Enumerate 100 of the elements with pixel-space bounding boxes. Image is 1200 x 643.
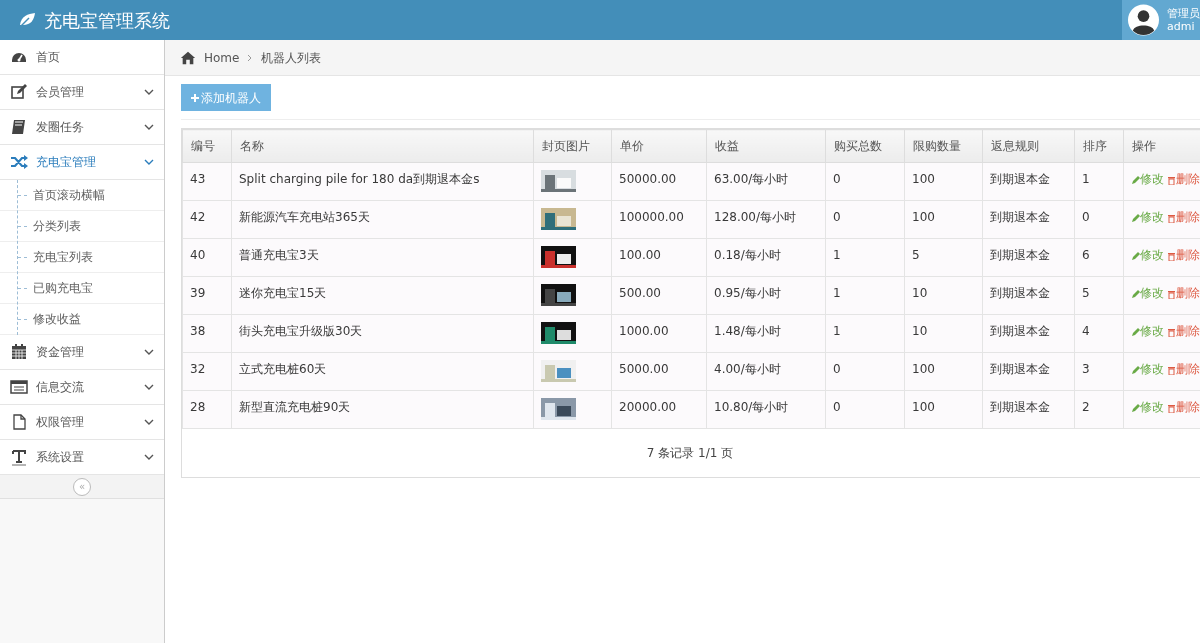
delete-link[interactable]: 删除 — [1167, 362, 1200, 376]
collapse-button[interactable]: « — [73, 477, 91, 496]
table-cell: 0.18/每小时 — [706, 238, 826, 277]
table-cell: 500.00 — [611, 276, 707, 315]
add-robot-button[interactable]: 添加机器人 — [181, 84, 271, 111]
home-icon — [180, 49, 196, 66]
table-cell: 0 — [825, 390, 905, 429]
delete-link[interactable]: 删除 — [1167, 248, 1200, 262]
submenu-item[interactable]: 已购充电宝 — [0, 273, 164, 304]
table-cell: 100 — [904, 200, 983, 239]
table-cell: 38 — [182, 314, 232, 353]
edit-link[interactable]: 修改 — [1131, 362, 1164, 376]
pagination-info: 7 条记录 1/1 页 — [646, 445, 734, 462]
edit-link[interactable]: 修改 — [1131, 248, 1164, 262]
table-cell: 0 — [825, 352, 905, 391]
chevron-down-icon — [144, 159, 154, 165]
sidebar-item[interactable]: 系统设置 — [0, 440, 164, 475]
table-cell: 迷你充电宝15天 — [231, 276, 534, 315]
table-cell: 42 — [182, 200, 232, 239]
column-header: 编号 — [182, 129, 232, 163]
table-cell: 100 — [904, 352, 983, 391]
table-cell: 32 — [182, 352, 232, 391]
sidebar-item[interactable]: 发圈任务 — [0, 110, 164, 145]
pencil-icon — [1131, 212, 1140, 223]
trash-icon — [1167, 326, 1176, 337]
table-cell: 新能源汽车充电站365天 — [231, 200, 534, 239]
delete-link[interactable]: 删除 — [1167, 400, 1200, 414]
calendar-icon — [10, 343, 28, 361]
chevron-down-icon — [144, 384, 154, 390]
trash-icon — [1167, 174, 1176, 185]
table-cell: 普通充电宝3天 — [231, 238, 534, 277]
table-cell: Split charging pile for 180 da到期退本金s — [231, 162, 534, 201]
sidebar-item[interactable]: 充电宝管理 — [0, 145, 164, 180]
column-header: 收益 — [706, 129, 826, 163]
table-cell: 4.00/每小时 — [706, 352, 826, 391]
sidebar-item[interactable]: 首页 — [0, 40, 164, 75]
column-header: 名称 — [231, 129, 534, 163]
submenu-item[interactable]: 首页滚动横幅 — [0, 180, 164, 211]
breadcrumb-link[interactable]: 机器人列表 — [261, 48, 322, 67]
user-name: admi — [1167, 20, 1196, 33]
chevron-down-icon — [144, 419, 154, 425]
user-menu[interactable]: 管理员 admi — [1122, 0, 1200, 40]
breadcrumb-link[interactable]: Home — [204, 48, 240, 67]
table-cell: 到期退本金 — [982, 162, 1075, 201]
table-cell: 到期退本金 — [982, 314, 1075, 353]
sidebar-item[interactable]: 会员管理 — [0, 75, 164, 110]
edit-link[interactable]: 修改 — [1131, 172, 1164, 186]
chevron-down-icon — [144, 89, 154, 95]
submenu-item[interactable]: 修改收益 — [0, 304, 164, 335]
table-cell: 10.80/每小时 — [706, 390, 826, 429]
table-cell: 到期退本金 — [982, 200, 1075, 239]
column-header: 封页图片 — [533, 129, 612, 163]
table-cell: 0 — [1074, 200, 1124, 239]
table-cell: 1 — [1074, 162, 1124, 201]
table-cell: 100.00 — [611, 238, 707, 277]
delete-link[interactable]: 删除 — [1167, 324, 1200, 338]
table-cell: 10 — [904, 314, 983, 353]
table-cell: 43 — [182, 162, 232, 201]
table-cell: 63.00/每小时 — [706, 162, 826, 201]
sidebar-item[interactable]: 权限管理 — [0, 405, 164, 440]
chevron-down-icon — [144, 124, 154, 130]
trash-icon — [1167, 364, 1176, 375]
column-header: 限购数量 — [904, 129, 983, 163]
table-cell: 到期退本金 — [982, 276, 1075, 315]
table-cell: 4 — [1074, 314, 1124, 353]
submenu-item[interactable]: 充电宝列表 — [0, 242, 164, 273]
table-cell: 39 — [182, 276, 232, 315]
edit-link[interactable]: 修改 — [1131, 286, 1164, 300]
column-header: 返息规则 — [982, 129, 1075, 163]
edit-link[interactable]: 修改 — [1131, 324, 1164, 338]
column-header: 购买总数 — [825, 129, 905, 163]
list-icon — [10, 378, 28, 396]
edit-link[interactable]: 修改 — [1131, 400, 1164, 414]
table-cell: 到期退本金 — [982, 238, 1075, 277]
pencil-icon — [1131, 402, 1140, 413]
user-role: 管理员 — [1167, 7, 1200, 20]
delete-link[interactable]: 删除 — [1167, 210, 1200, 224]
table-cell: 街头充电宝升级版30天 — [231, 314, 534, 353]
pencil-icon — [1131, 250, 1140, 261]
column-header: 单价 — [611, 129, 707, 163]
plus-icon — [191, 94, 199, 102]
avatar-icon — [1128, 4, 1159, 36]
submenu-item[interactable]: 分类列表 — [0, 211, 164, 242]
trash-icon — [1167, 288, 1176, 299]
table-cell: 0.95/每小时 — [706, 276, 826, 315]
delete-link[interactable]: 删除 — [1167, 172, 1200, 186]
app-title: 充电宝管理系统 — [44, 8, 170, 33]
table-cell: 立式充电桩60天 — [231, 352, 534, 391]
table-cell: 1.48/每小时 — [706, 314, 826, 353]
table-cell: 5 — [1074, 276, 1124, 315]
delete-link[interactable]: 删除 — [1167, 286, 1200, 300]
sidebar-item[interactable]: 信息交流 — [0, 370, 164, 405]
chevron-down-icon — [144, 349, 154, 355]
pencil-icon — [1131, 364, 1140, 375]
trash-icon — [1167, 250, 1176, 261]
table-cell: 5 — [904, 238, 983, 277]
pencil-icon — [1131, 174, 1140, 185]
edit-link[interactable]: 修改 — [1131, 210, 1164, 224]
pencil-icon — [1131, 288, 1140, 299]
sidebar-item[interactable]: 资金管理 — [0, 335, 164, 370]
